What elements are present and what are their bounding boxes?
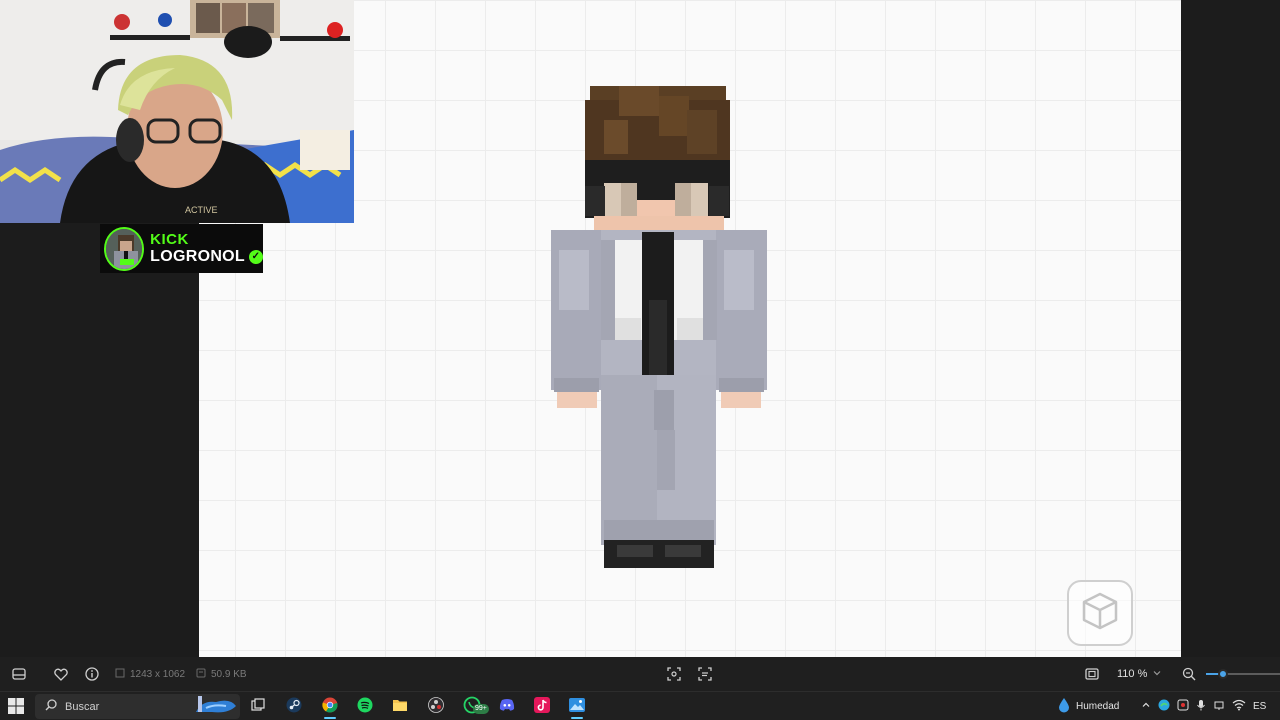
streamer-name-label: LOGRONOL (150, 248, 245, 265)
viewer-bottom-bar: 1243 x 1062 50.9 KB 110 % (0, 657, 1280, 691)
filmstrip-button[interactable] (10, 657, 28, 691)
heart-icon (52, 665, 70, 683)
whatsapp-icon: 99+ (463, 696, 489, 719)
streamer-avatar (104, 226, 145, 271)
obs-button[interactable] (423, 695, 449, 719)
discord-icon (499, 698, 515, 717)
tiktok-button[interactable] (529, 695, 555, 719)
chrome-icon (322, 697, 338, 718)
steam-icon (286, 697, 302, 718)
svg-text:ACTIVE: ACTIVE (185, 205, 218, 215)
zoom-select[interactable]: 110 % (1117, 657, 1162, 691)
system-tray: ES (1141, 692, 1266, 720)
steam-button[interactable] (281, 695, 307, 719)
zoom-out-button[interactable] (1180, 657, 1198, 691)
photos-icon (569, 697, 585, 717)
zoom-slider-thumb[interactable] (1218, 669, 1228, 679)
image-dimensions: 1243 x 1062 (130, 668, 186, 680)
search-highlight-icon (192, 694, 238, 719)
kick-badge: KICK LOGRONOL ✓ (100, 224, 263, 273)
taskbar-search[interactable]: Buscar (35, 694, 240, 719)
zoom-out-icon (1180, 665, 1198, 683)
obs-icon (428, 696, 444, 718)
filesize-info: 50.9 KB (196, 657, 247, 691)
network-icon[interactable] (1232, 699, 1246, 714)
task-view-icon (251, 697, 265, 717)
view-3d-button[interactable] (1067, 580, 1133, 646)
chevron-down-icon (1152, 669, 1162, 680)
microphone-icon[interactable] (1196, 699, 1206, 714)
windows-icon (8, 698, 24, 718)
edge-icon[interactable] (1158, 699, 1170, 714)
whatsapp-badge: 99+ (473, 703, 489, 714)
usb-icon[interactable] (1213, 699, 1225, 714)
fit-window-button[interactable] (1083, 657, 1101, 691)
ocr-icon (696, 665, 714, 683)
file-size: 50.9 KB (211, 668, 247, 680)
check-icon: ✓ (249, 250, 263, 264)
zoom-value: 110 % (1117, 668, 1148, 680)
kick-brand-label: KICK (150, 231, 189, 248)
file-explorer-button[interactable] (387, 695, 413, 719)
start-button[interactable] (8, 698, 26, 716)
filmstrip-icon (10, 665, 28, 683)
spotify-button[interactable] (352, 695, 378, 719)
spotify-icon (357, 697, 373, 718)
folder-icon (392, 698, 408, 717)
face-detect-button[interactable] (665, 657, 683, 691)
fit-window-icon (1083, 665, 1101, 683)
antivirus-icon[interactable] (1177, 699, 1189, 714)
discord-button[interactable] (494, 695, 520, 719)
filesize-icon (196, 668, 206, 681)
weather-widget[interactable]: Humedad (1058, 692, 1119, 720)
photos-button[interactable] (564, 695, 590, 719)
whatsapp-button[interactable]: 99+ (459, 695, 489, 719)
info-icon (83, 665, 101, 683)
face-detect-icon (665, 665, 683, 683)
dimensions-icon (115, 668, 125, 681)
taskbar: Buscar 99+ Humedad ES (0, 691, 1280, 720)
language-indicator[interactable]: ES (1253, 701, 1266, 712)
screen: ACTIVE KICK LOGRONOL ✓ 1243 x 1062 50.9 … (0, 0, 1280, 720)
water-drop-icon (1058, 697, 1070, 716)
tiktok-icon (534, 696, 550, 718)
ocr-button[interactable] (696, 657, 714, 691)
chrome-button[interactable] (317, 695, 343, 719)
info-button[interactable] (83, 657, 101, 691)
search-placeholder: Buscar (65, 700, 100, 713)
streamer-name: LOGRONOL ✓ (150, 249, 263, 265)
left-margin (0, 223, 199, 657)
right-margin (1181, 0, 1280, 657)
kick-text: KICK LOGRONOL ✓ (150, 232, 263, 265)
view-3d-icon (1078, 589, 1122, 638)
task-view-button[interactable] (245, 695, 271, 719)
dimensions-info: 1243 x 1062 (115, 657, 185, 691)
weather-label: Humedad (1076, 701, 1120, 712)
search-icon (45, 699, 57, 714)
chevron-up-icon[interactable] (1141, 701, 1151, 712)
favorite-button[interactable] (52, 657, 70, 691)
webcam-overlay: ACTIVE (0, 0, 354, 223)
